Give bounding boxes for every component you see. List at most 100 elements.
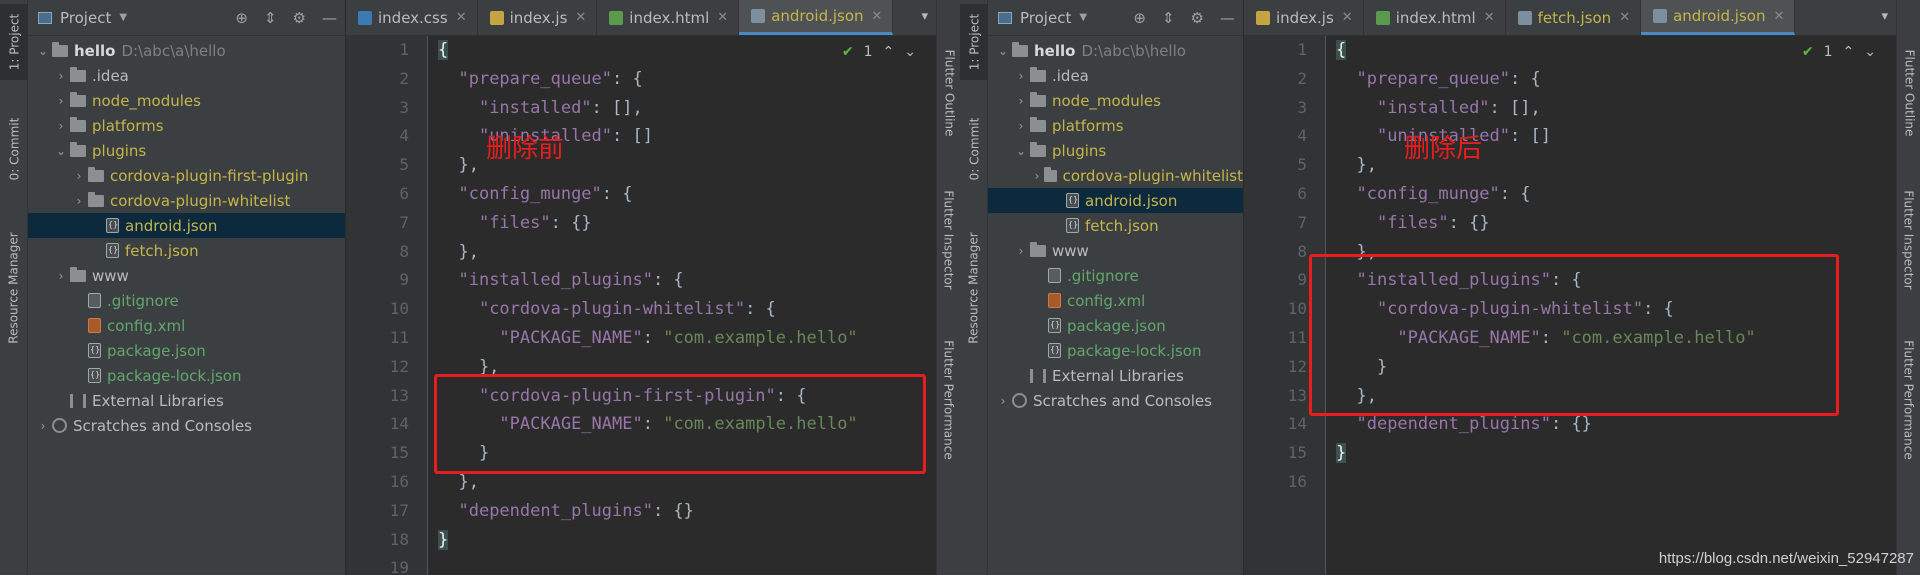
chevron-down-icon[interactable]: ⌄ [1864, 44, 1876, 60]
editor-tab[interactable]: index.js ✕ [478, 0, 598, 35]
tree-item[interactable]: › .idea [988, 63, 1243, 88]
code-line[interactable]: } [1336, 439, 1896, 468]
tree-item[interactable]: android.json [988, 188, 1243, 213]
chevron-up-icon[interactable]: ⌃ [1843, 44, 1855, 60]
project-panel-header[interactable]: Project ▼ ⊕ ⇕ ⚙ — [28, 0, 345, 36]
close-icon[interactable]: ✕ [1619, 10, 1630, 25]
code-line[interactable]: "config_munge": { [438, 180, 936, 209]
tree-item[interactable]: › node_modules [988, 88, 1243, 113]
code-line[interactable]: "installed": [], [1336, 94, 1896, 123]
tool-tab-resource-manager[interactable]: Resource Manager [0, 225, 28, 350]
chevron-up-icon[interactable]: ⌃ [883, 44, 895, 60]
tool-tab-flutter-inspector[interactable]: Flutter Inspector [1897, 180, 1920, 300]
code-line[interactable] [1336, 468, 1896, 497]
close-icon[interactable]: ✕ [717, 10, 728, 25]
tree-item[interactable]: › cordova-plugin-first-plugin [28, 163, 345, 188]
chevron-right-icon[interactable]: › [1012, 244, 1030, 258]
chevron-down-icon[interactable]: ▼ [1079, 12, 1087, 23]
collapse-all-icon[interactable]: ⇕ [1162, 9, 1175, 27]
tool-tab-resource-manager[interactable]: Resource Manager [960, 225, 988, 350]
chevron-right-icon[interactable]: › [52, 269, 70, 283]
chevron-down-icon[interactable]: ⌄ [994, 44, 1012, 58]
tree-item[interactable]: › Scratches and Consoles [988, 388, 1243, 413]
tool-tab-flutter-performance[interactable]: Flutter Performance [1897, 335, 1920, 465]
code-area[interactable]: 1 2 3 4 5 6 7 8 9 10 11 12 13 14 15 16 17 18 19 { "prepare… [346, 36, 936, 575]
tab-overflow-icon[interactable]: ▾ [1881, 9, 1888, 24]
chevron-right-icon[interactable]: › [52, 69, 70, 83]
code-line[interactable]: "installed_plugins": { [438, 266, 936, 295]
tree-item[interactable]: External Libraries [28, 388, 345, 413]
tree-item[interactable]: › Scratches and Consoles [28, 413, 345, 438]
tree-item[interactable]: fetch.json [988, 213, 1243, 238]
editor-tab[interactable]: android.json ✕ [1641, 0, 1796, 35]
close-icon[interactable]: ✕ [575, 10, 586, 25]
locate-icon[interactable]: ⊕ [235, 9, 248, 27]
tool-tab-flutter-inspector[interactable]: Flutter Inspector [937, 180, 961, 300]
chevron-right-icon[interactable]: › [34, 419, 52, 433]
gear-icon[interactable]: ⚙ [1191, 9, 1204, 27]
tree-item[interactable]: ⌄ plugins [988, 138, 1243, 163]
chevron-right-icon[interactable]: › [1030, 169, 1044, 183]
project-panel-header[interactable]: Project ▼ ⊕ ⇕ ⚙ — [988, 0, 1243, 36]
editor-tab[interactable]: index.css ✕ [346, 0, 478, 35]
tree-item[interactable]: › .idea [28, 63, 345, 88]
tree-item[interactable]: › cordova-plugin-whitelist [28, 188, 345, 213]
tool-tab-flutter-outline[interactable]: Flutter Outline [937, 40, 961, 145]
chevron-down-icon[interactable]: ▼ [119, 12, 127, 23]
tree-item[interactable]: package-lock.json [28, 363, 345, 388]
tool-tab-flutter-outline[interactable]: Flutter Outline [1897, 40, 1920, 145]
code-line[interactable]: "dependent_plugins": {} [438, 497, 936, 526]
gear-icon[interactable]: ⚙ [293, 9, 306, 27]
code-line[interactable]: }, [438, 238, 936, 267]
chevron-right-icon[interactable]: › [52, 94, 70, 108]
code-line[interactable] [438, 554, 936, 575]
code-area[interactable]: 1 2 3 4 5 6 7 8 9 10 11 12 13 14 15 16 { "prepare_queue… [1244, 36, 1896, 575]
chevron-down-icon[interactable]: ⌄ [904, 44, 916, 60]
tool-tab-project[interactable]: 1: Project [0, 4, 28, 80]
tree-item[interactable]: package-lock.json [988, 338, 1243, 363]
tree-item[interactable]: › platforms [28, 113, 345, 138]
tree-item[interactable]: ⌄ hello D:\abc\b\hello [988, 38, 1243, 63]
tree-item[interactable]: › www [28, 263, 345, 288]
chevron-down-icon[interactable]: ⌄ [1012, 144, 1030, 158]
close-icon[interactable]: ✕ [1773, 9, 1784, 24]
code-line[interactable]: "files": {} [1336, 209, 1896, 238]
close-icon[interactable]: ✕ [456, 10, 467, 25]
chevron-right-icon[interactable]: › [994, 394, 1012, 408]
tree-item[interactable]: External Libraries [988, 363, 1243, 388]
chevron-down-icon[interactable]: ⌄ [34, 44, 52, 58]
code-line[interactable]: "cordova-plugin-whitelist": { [438, 295, 936, 324]
code-line[interactable]: "PACKAGE_NAME": "com.example.hello" [438, 324, 936, 353]
tool-tab-commit[interactable]: 0: Commit [0, 110, 28, 188]
tree-item[interactable]: .gitignore [988, 263, 1243, 288]
code-line[interactable]: "prepare_queue": { [1336, 65, 1896, 94]
inspection-widget[interactable]: ✔ 1 ⌃ ⌄ [842, 44, 916, 60]
chevron-right-icon[interactable]: › [1012, 94, 1030, 108]
close-icon[interactable]: ✕ [872, 9, 883, 24]
inspection-widget[interactable]: ✔ 1 ⌃ ⌄ [1802, 44, 1876, 60]
chevron-right-icon[interactable]: › [52, 119, 70, 133]
editor-tab[interactable]: index.html ✕ [597, 0, 740, 35]
editor-tab[interactable]: android.json ✕ [739, 0, 894, 35]
tree-item[interactable]: › www [988, 238, 1243, 263]
tool-tab-flutter-performance[interactable]: Flutter Performance [937, 335, 961, 465]
chevron-right-icon[interactable]: › [1012, 69, 1030, 83]
tool-tab-project[interactable]: 1: Project [960, 4, 988, 80]
collapse-all-icon[interactable]: ⇕ [264, 9, 277, 27]
code-line[interactable]: "prepare_queue": { [438, 65, 936, 94]
minimize-icon[interactable]: — [1220, 9, 1235, 27]
tree-item[interactable]: › node_modules [28, 88, 345, 113]
code-line[interactable]: "installed": [], [438, 94, 936, 123]
tree-item[interactable]: package.json [28, 338, 345, 363]
tool-tab-commit[interactable]: 0: Commit [960, 110, 988, 188]
tree-item[interactable]: .gitignore [28, 288, 345, 313]
editor-tab[interactable]: fetch.json ✕ [1506, 0, 1642, 35]
code-line[interactable]: "config_munge": { [1336, 180, 1896, 209]
chevron-right-icon[interactable]: › [70, 194, 88, 208]
tree-item[interactable]: android.json [28, 213, 345, 238]
code-line[interactable]: } [438, 526, 936, 555]
tree-item[interactable]: › platforms [988, 113, 1243, 138]
tree-item[interactable]: config.xml [988, 288, 1243, 313]
chevron-down-icon[interactable]: ⌄ [52, 144, 70, 158]
editor-tab[interactable]: index.html ✕ [1364, 0, 1506, 35]
